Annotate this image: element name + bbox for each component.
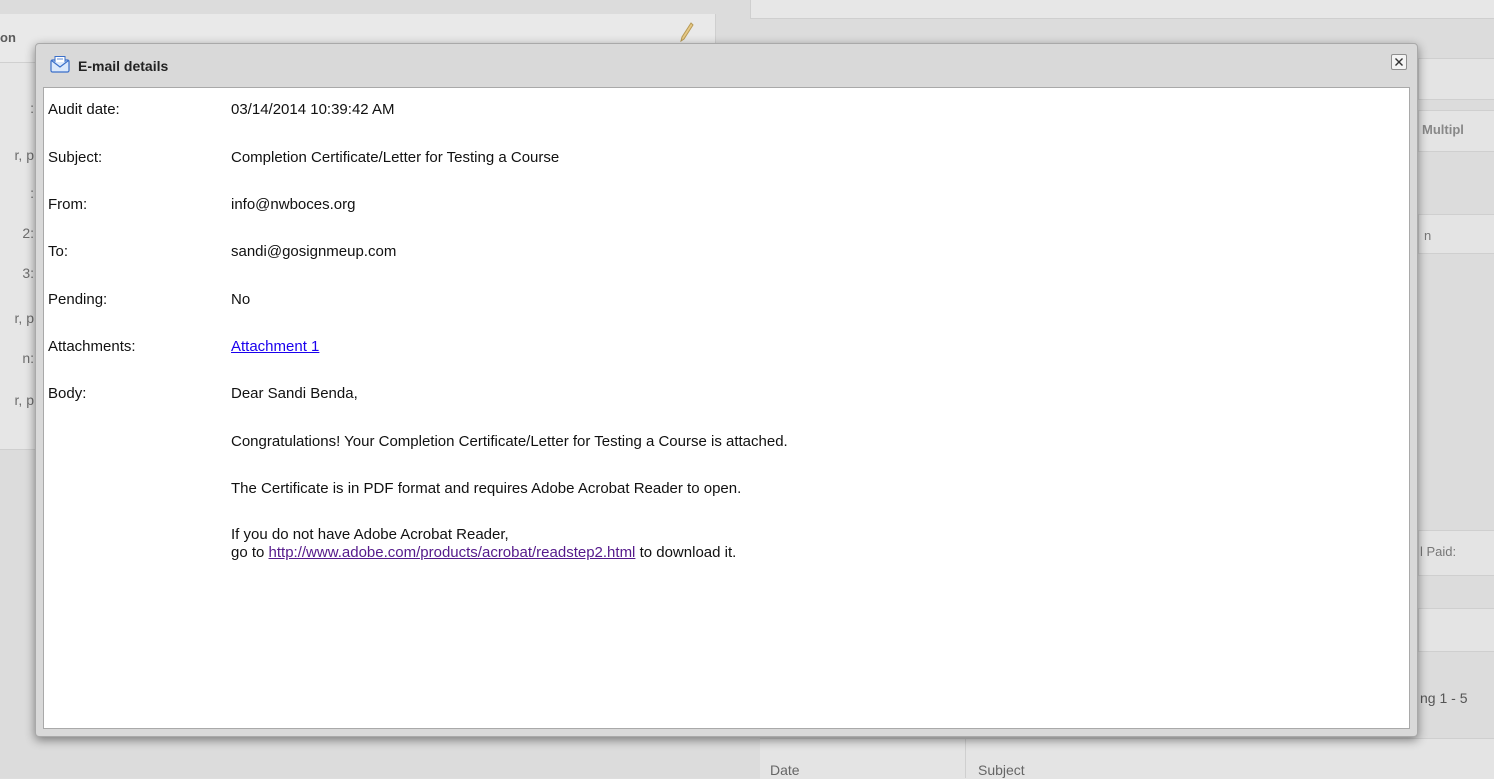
background-column-label: n: [1424, 228, 1431, 243]
email-details-dialog: E-mail details Audit date: 03/14/2014 10…: [35, 43, 1418, 737]
subject-label: Subject:: [48, 149, 102, 167]
from-label: From:: [48, 196, 87, 214]
email-greeting: Dear Sandi Benda,: [231, 385, 358, 403]
to-value: sandi@gosignmeup.com: [231, 243, 396, 261]
envelope-icon: [50, 55, 70, 73]
pending-value: No: [231, 291, 250, 309]
email-paragraph: The Certificate is in PDF format and req…: [231, 480, 741, 498]
background-right-button-bar: [1418, 608, 1494, 652]
email-paragraph-text: go to: [231, 544, 269, 561]
background-right-panel: [750, 0, 1494, 19]
pending-label: Pending:: [48, 291, 107, 309]
email-paragraph-text: to download it.: [635, 544, 736, 561]
background-left-label: :: [0, 100, 34, 116]
audit-date-value: 03/14/2014 10:39:42 AM: [231, 101, 394, 119]
body-label: Body:: [48, 385, 86, 403]
background-multiple-label: Multipl: [1422, 122, 1464, 137]
background-grid-column-date[interactable]: Date: [770, 762, 800, 778]
background-left-label: :: [0, 185, 34, 201]
background-left-panel-title: on: [0, 30, 16, 45]
close-button[interactable]: [1391, 54, 1407, 70]
attachments-label: Attachments:: [48, 338, 136, 356]
background-left-label: 2:: [0, 225, 34, 241]
background-grid-column-subject[interactable]: Subject: [978, 762, 1025, 778]
subject-value: Completion Certificate/Letter for Testin…: [231, 149, 559, 167]
background-left-label: r, p: [0, 310, 34, 326]
from-value: info@nwboces.org: [231, 196, 355, 214]
email-paragraph: If you do not have Adobe Acrobat Reader,…: [231, 526, 736, 562]
pencil-icon[interactable]: [680, 22, 694, 42]
close-icon: [1394, 57, 1404, 67]
to-label: To:: [48, 243, 68, 261]
dialog-header[interactable]: E-mail details: [36, 44, 1417, 84]
background-left-label: r, p: [0, 147, 34, 163]
dialog-content: Audit date: 03/14/2014 10:39:42 AM Subje…: [43, 87, 1410, 729]
audit-date-label: Audit date:: [48, 101, 120, 119]
email-paragraph: Congratulations! Your Completion Certifi…: [231, 433, 788, 451]
background-grid-header: [760, 738, 1494, 779]
dialog-title: E-mail details: [78, 58, 168, 74]
background-grid-column-separator: [965, 738, 966, 778]
background-paging-info: ng 1 - 5: [1420, 690, 1467, 706]
background-left-label: n:: [0, 350, 34, 366]
background-total-paid-label: l Paid:: [1420, 544, 1456, 559]
adobe-download-link[interactable]: http://www.adobe.com/products/acrobat/re…: [269, 544, 636, 561]
background-left-label: 3:: [0, 265, 34, 281]
background-right-toolbar: [1418, 58, 1494, 100]
email-paragraph-line: If you do not have Adobe Acrobat Reader,: [231, 526, 509, 543]
background-left-label: r, p: [0, 392, 34, 408]
attachment-link[interactable]: Attachment 1: [231, 338, 319, 355]
